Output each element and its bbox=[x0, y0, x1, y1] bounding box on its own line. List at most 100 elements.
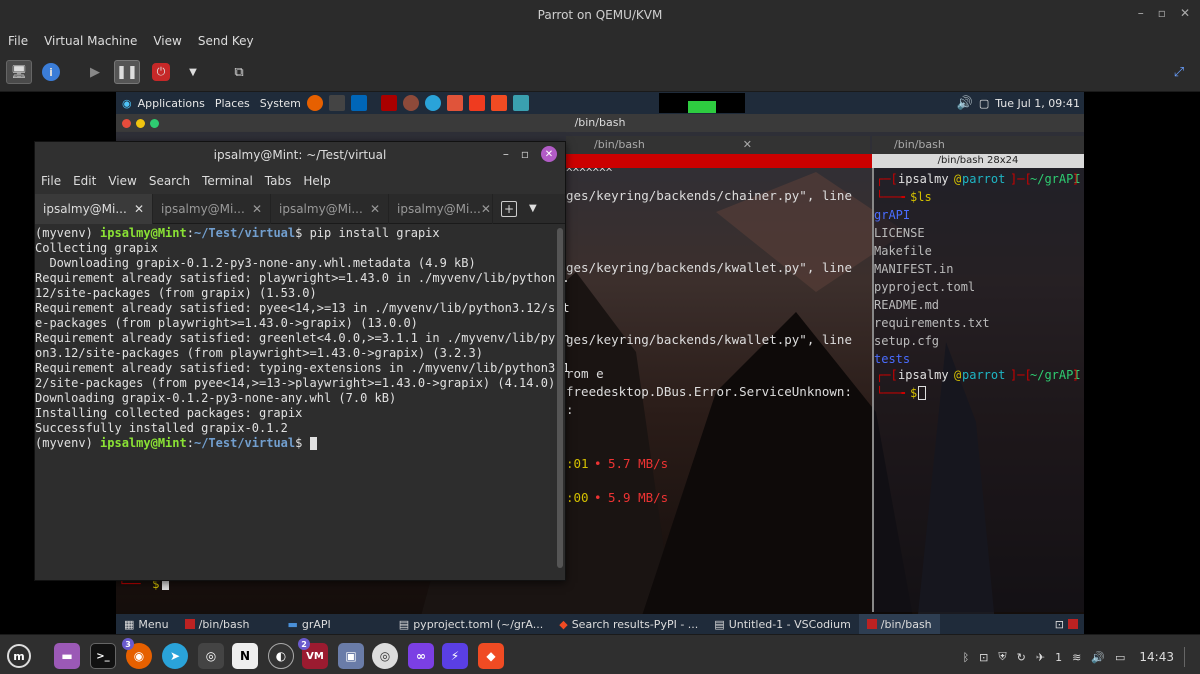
terminal-tab-1[interactable]: ipsalmy@Mi... ✕ bbox=[35, 193, 153, 224]
terminal-tab-2[interactable]: ipsalmy@Mi... ✕ bbox=[153, 193, 271, 224]
maximize-icon[interactable]: ▫ bbox=[521, 147, 529, 161]
files-launcher[interactable]: ▬ bbox=[54, 643, 80, 669]
mint-menu-button[interactable]: m bbox=[6, 643, 32, 669]
bluetooth-icon[interactable]: ᛒ bbox=[963, 651, 970, 664]
close-icon[interactable]: ✕ bbox=[541, 146, 557, 162]
scrollbar-thumb[interactable] bbox=[557, 228, 563, 568]
terminal-tab-3[interactable]: ipsalmy@Mi... ✕ bbox=[271, 193, 389, 224]
minimize-dot-icon[interactable] bbox=[136, 119, 145, 128]
app-launcher-icon[interactable] bbox=[402, 95, 419, 111]
close-tab-icon[interactable]: ✕ bbox=[252, 202, 262, 216]
notification-icon[interactable]: ✈ bbox=[1036, 651, 1045, 664]
task-pyproject[interactable]: ▤ pyproject.toml (~/grA... bbox=[391, 614, 551, 634]
guest-menu-button[interactable]: ▦ Menu bbox=[116, 614, 177, 634]
menu-send-key[interactable]: Send Key bbox=[190, 34, 262, 48]
terminal-tab-4[interactable]: ipsalmy@Mi... ✕ bbox=[389, 193, 493, 224]
guest-taskbar: ▦ Menu /bin/bash ▬ grAPI ▤ pyproject.toml (… bbox=[116, 614, 1084, 634]
close-tab-icon[interactable]: ✕ bbox=[370, 202, 380, 216]
system-menu[interactable]: System bbox=[260, 97, 301, 110]
settings-launcher-icon[interactable] bbox=[328, 95, 345, 111]
close-tab-icon[interactable]: ✕ bbox=[481, 202, 491, 216]
brave-launcher[interactable]: ◆ bbox=[478, 643, 504, 669]
obs-launcher[interactable]: ◐ bbox=[268, 643, 294, 669]
telegram-launcher[interactable]: ➤ bbox=[162, 643, 188, 669]
vscode-launcher-icon[interactable] bbox=[350, 95, 367, 111]
right-bash-tab[interactable]: /bin/bash bbox=[872, 136, 1084, 154]
run-button[interactable]: ▶ bbox=[82, 60, 108, 84]
minimize-icon[interactable]: – bbox=[503, 147, 509, 161]
grid-icon: ▦ bbox=[124, 617, 135, 631]
menu-edit[interactable]: Edit bbox=[67, 174, 102, 188]
shutdown-button[interactable]: ⏻ bbox=[148, 60, 174, 84]
mint-logo-icon: m bbox=[7, 644, 31, 668]
minimize-icon[interactable]: – bbox=[1138, 6, 1144, 20]
prompt-sep-1: ]─[ bbox=[1010, 172, 1032, 186]
battery-icon[interactable]: ▭ bbox=[1115, 651, 1125, 664]
clipboard-icon[interactable]: ⊡ bbox=[979, 651, 988, 664]
pause-button[interactable]: ❚❚ bbox=[114, 60, 140, 84]
app-launcher-1[interactable]: ▣ bbox=[338, 643, 364, 669]
app-launcher-4[interactable]: ⚡ bbox=[442, 643, 468, 669]
host-clock[interactable]: 14:43 bbox=[1139, 650, 1174, 664]
task-bash-2[interactable]: /bin/bash bbox=[858, 614, 940, 634]
app-launcher-3[interactable]: ∞ bbox=[408, 643, 434, 669]
tab-list-button[interactable]: ▼ bbox=[529, 203, 537, 214]
snapshots-button[interactable]: ⧉ bbox=[226, 60, 252, 84]
volume-icon[interactable]: 🔊 bbox=[1091, 651, 1105, 664]
virt-manager-launcher[interactable]: 2 VM bbox=[298, 638, 328, 669]
wifi-icon[interactable]: ≋ bbox=[1072, 651, 1081, 664]
menu-tabs[interactable]: Tabs bbox=[259, 174, 298, 188]
menu-search[interactable]: Search bbox=[143, 174, 196, 188]
maximize-icon[interactable]: ▫ bbox=[1158, 6, 1166, 20]
applications-menu[interactable]: Applications bbox=[138, 97, 205, 110]
terminal-scrollbar[interactable] bbox=[555, 224, 565, 580]
brave-launcher-icon[interactable] bbox=[490, 95, 507, 111]
cursor bbox=[918, 386, 926, 400]
editor-launcher-icon[interactable] bbox=[446, 95, 463, 111]
cursor bbox=[309, 437, 317, 450]
close-tab-icon[interactable]: ✕ bbox=[134, 202, 144, 216]
details-button[interactable]: i bbox=[38, 60, 64, 84]
places-menu[interactable]: Places bbox=[215, 97, 250, 110]
app-launcher-icon-2[interactable] bbox=[512, 95, 529, 111]
menu-view[interactable]: View bbox=[145, 34, 189, 48]
menu-virtual-machine[interactable]: Virtual Machine bbox=[36, 34, 145, 48]
terminal-launcher[interactable]: >_ bbox=[90, 643, 116, 669]
notion-launcher[interactable]: N bbox=[232, 643, 258, 669]
menu-help[interactable]: Help bbox=[297, 174, 336, 188]
telegram-launcher-icon[interactable] bbox=[424, 95, 441, 111]
terminal-launcher-icon[interactable] bbox=[380, 95, 397, 111]
menu-terminal[interactable]: Terminal bbox=[196, 174, 259, 188]
guest-tray-terminal-icon[interactable] bbox=[1068, 619, 1078, 629]
menu-file[interactable]: File bbox=[0, 34, 36, 48]
firefox-launcher-icon[interactable] bbox=[306, 95, 323, 111]
console-view-button[interactable]: 🖥 bbox=[6, 60, 32, 84]
firefox-launcher[interactable]: 3 ◉ bbox=[122, 638, 152, 669]
bash-right-pane[interactable]: ┌─[ ipsalmy @ parrot ]─[ ~/grAPI ] └──╼ … bbox=[872, 154, 1084, 612]
new-tab-button[interactable]: + bbox=[501, 200, 517, 217]
update-icon[interactable]: ↻ bbox=[1017, 651, 1026, 664]
close-icon[interactable]: ✕ bbox=[1180, 6, 1190, 20]
menu-view[interactable]: View bbox=[102, 174, 142, 188]
mint-terminal-window[interactable]: ipsalmy@Mint: ~/Test/virtual – ▫ ✕ File … bbox=[34, 141, 570, 581]
mint-terminal-title: ipsalmy@Mint: ~/Test/virtual bbox=[213, 148, 387, 162]
task-pypi[interactable]: ◆ Search results-PyPI - ... bbox=[551, 614, 706, 634]
display-icon[interactable]: ▢ bbox=[979, 97, 989, 110]
shield-icon[interactable]: ⛨ bbox=[998, 650, 1006, 664]
discord-launcher[interactable]: ◎ bbox=[198, 643, 224, 669]
close-dot-icon[interactable] bbox=[122, 119, 131, 128]
show-desktop-icon[interactable] bbox=[1184, 647, 1190, 667]
app-launcher-2[interactable]: ◎ bbox=[372, 643, 398, 669]
volume-icon[interactable]: 🔊 bbox=[957, 96, 973, 111]
menu-file[interactable]: File bbox=[35, 174, 67, 188]
guest-tray-icon[interactable]: ⊡ bbox=[1055, 618, 1064, 631]
tray-count: 1 bbox=[1055, 650, 1063, 664]
task-bash[interactable]: /bin/bash bbox=[177, 614, 258, 634]
mint-terminal-output[interactable]: (myvenv) ipsalmy@Mint:~/Test/virtual$ pi… bbox=[35, 224, 570, 580]
task-grapi[interactable]: ▬ grAPI bbox=[279, 614, 338, 634]
vivaldi-launcher-icon[interactable] bbox=[468, 95, 485, 111]
maximize-dot-icon[interactable] bbox=[150, 119, 159, 128]
task-vscodium[interactable]: ▤ Untitled-1 - VSCodium bbox=[706, 614, 859, 634]
fullscreen-button[interactable]: ⤢ bbox=[1166, 60, 1192, 84]
shutdown-menu-button[interactable]: ▼ bbox=[180, 60, 206, 84]
